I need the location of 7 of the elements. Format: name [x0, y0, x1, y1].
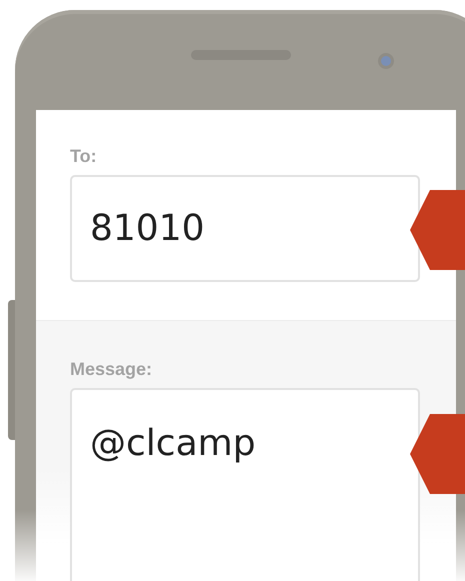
camera-icon — [378, 53, 394, 69]
to-label: To: — [70, 146, 97, 167]
callout-marker-icon — [408, 414, 465, 494]
message-input-field[interactable]: @clcamp — [70, 388, 420, 581]
message-label: Message: — [70, 359, 152, 380]
recipient-input-field[interactable]: 81010 — [70, 175, 420, 282]
callout-marker-icon — [408, 190, 465, 270]
